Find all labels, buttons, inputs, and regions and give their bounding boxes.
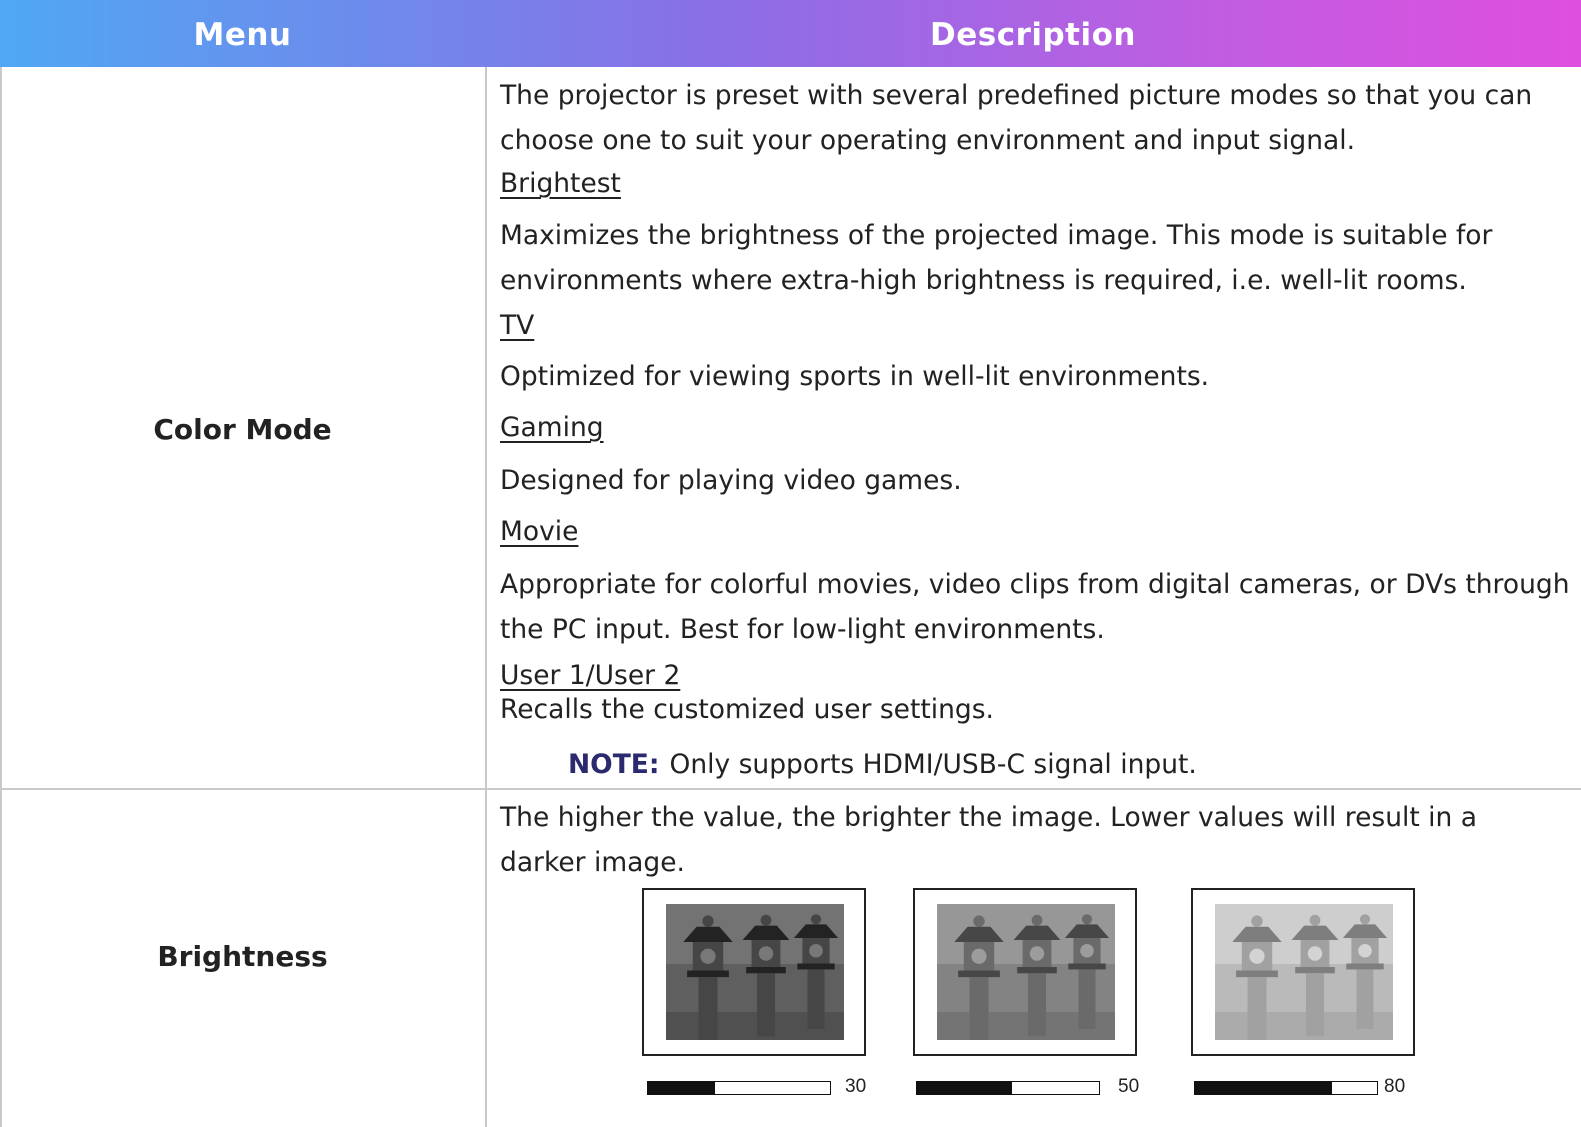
note-text: Only supports HDMI/USB-C signal input.: [669, 749, 1197, 780]
lantern-finial: [810, 914, 822, 925]
mode-desc-gaming: Designed for playing video games.: [500, 465, 962, 496]
lantern-slab: [958, 970, 1000, 978]
mode-name-tv: TV: [500, 310, 535, 341]
note-label: NOTE:: [568, 749, 660, 780]
menu-color-mode: Color Mode: [153, 413, 332, 446]
mode-name-user: User 1/User 2: [500, 660, 681, 691]
lantern-window: [971, 948, 987, 964]
brightness-desc: The higher the value, the brighter the i…: [500, 802, 1477, 878]
lantern-photo: [1215, 904, 1393, 1040]
brightness-level-fill-3: [1195, 1082, 1332, 1094]
brightness-level-bar-3: [1194, 1081, 1378, 1095]
brightness-value-3: 80: [1384, 1076, 1406, 1097]
brightness-level-bar-1: [647, 1081, 831, 1095]
lantern-finial: [702, 915, 714, 927]
lantern-pillar: [698, 977, 718, 1040]
lantern-finial: [973, 915, 985, 927]
mode-desc-user: Recalls the customized user settings.: [500, 694, 994, 725]
lantern-finial: [1081, 914, 1093, 925]
brightness-level-fill-2: [917, 1082, 1012, 1094]
mode-desc-movie: Appropriate for colorful movies, video c…: [500, 569, 1570, 645]
lantern-slab: [746, 967, 786, 974]
lantern-pillar: [1306, 973, 1324, 1037]
lantern-window: [1307, 946, 1323, 961]
lantern-pillar: [807, 969, 825, 1029]
lantern-pillar: [1028, 973, 1046, 1037]
lantern-window: [1080, 943, 1094, 958]
lantern-slab: [1017, 967, 1057, 974]
lantern-finial: [1359, 914, 1371, 925]
lantern-finial: [1251, 915, 1263, 927]
lantern-finial: [1031, 914, 1043, 926]
lantern-slab: [1295, 967, 1335, 974]
lantern-pillar: [1247, 977, 1267, 1040]
header-menu: Menu: [193, 17, 292, 53]
column-divider: [485, 67, 487, 1127]
brightness-sample-image-2: [913, 888, 1137, 1056]
brightness-sample-image-1: [642, 888, 866, 1056]
brightness-sample-image-3: [1191, 888, 1415, 1056]
note: NOTE: Only supports HDMI/USB-C signal inp…: [568, 748, 1197, 782]
lantern-slab: [1068, 963, 1106, 970]
lantern-pillar: [1078, 969, 1096, 1029]
mode-name-brightest: Brightest: [500, 168, 621, 199]
lantern-window: [700, 948, 716, 964]
mode-name-gaming: Gaming: [500, 412, 604, 443]
brightness-value-1: 30: [845, 1076, 867, 1097]
color-mode-intro: The projector is preset with several pre…: [500, 80, 1533, 156]
menu-brightness: Brightness: [157, 940, 328, 973]
lantern-finial: [760, 914, 772, 926]
lantern-window: [1358, 943, 1372, 958]
lantern-finial: [1309, 914, 1321, 926]
header-description: Description: [929, 17, 1136, 53]
lantern-window: [1029, 946, 1045, 961]
page: Menu Description Color Mode The projecto…: [0, 0, 1581, 1127]
brightness-level-bar-2: [916, 1081, 1100, 1095]
lantern-window: [1249, 948, 1265, 964]
lantern-pillar: [1356, 969, 1374, 1029]
lantern-slab: [797, 963, 835, 970]
brightness-level-fill-1: [648, 1082, 716, 1094]
lantern-window: [809, 943, 823, 958]
mode-desc-brightest: Maximizes the brightness of the projecte…: [500, 220, 1493, 296]
mode-name-movie: Movie: [500, 516, 579, 547]
lantern-photo: [937, 904, 1115, 1040]
lantern-photo: [666, 904, 844, 1040]
table-header: Menu Description: [0, 0, 1581, 67]
lantern-slab: [1236, 970, 1278, 978]
lantern-slab: [687, 970, 729, 978]
lantern-slab: [1346, 963, 1384, 970]
lantern-pillar: [757, 973, 775, 1037]
row-divider: [0, 788, 1581, 790]
mode-desc-tv: Optimized for viewing sports in well-lit…: [500, 361, 1210, 392]
brightness-value-2: 50: [1118, 1076, 1140, 1097]
lantern-pillar: [969, 977, 989, 1040]
lantern-window: [758, 946, 774, 961]
